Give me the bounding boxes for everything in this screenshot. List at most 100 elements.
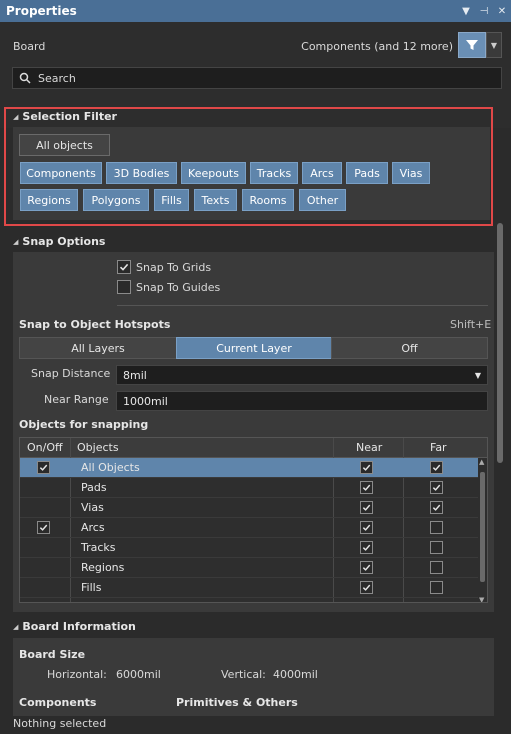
row-object-name: Regions bbox=[81, 561, 125, 574]
chevron-down-icon: ▼ bbox=[490, 40, 498, 50]
row-object-name: Tracks bbox=[81, 541, 116, 554]
collapse-triangle-icon: ◢ bbox=[13, 237, 19, 246]
row-object-name: Pads bbox=[81, 481, 107, 494]
horizontal-value: 6000mil bbox=[116, 668, 161, 681]
table-row[interactable]: Fills bbox=[20, 578, 478, 598]
checkmark-icon bbox=[362, 484, 371, 491]
row-far-checkbox[interactable] bbox=[430, 481, 443, 494]
funnel-icon bbox=[466, 40, 478, 50]
checkmark-icon bbox=[362, 524, 371, 531]
vertical-label: Vertical: bbox=[221, 668, 266, 681]
snap-distance-select[interactable]: 8mil ▼ bbox=[116, 365, 488, 385]
filter-dropdown-button[interactable]: ▼ bbox=[486, 32, 502, 58]
column-header-near[interactable]: Near bbox=[356, 441, 382, 454]
row-near-checkbox[interactable] bbox=[360, 541, 373, 554]
row-onoff-checkbox[interactable] bbox=[37, 521, 50, 534]
panel-scrollbar[interactable] bbox=[495, 127, 505, 717]
row-onoff-checkbox[interactable] bbox=[37, 561, 50, 574]
objects-for-snapping-title: Objects for snapping bbox=[19, 418, 149, 431]
table-row[interactable]: Regions bbox=[20, 558, 478, 578]
snap-options-header[interactable]: ◢ Snap Options bbox=[13, 235, 105, 248]
row-onoff-checkbox[interactable] bbox=[37, 461, 50, 474]
board-information-title: Board Information bbox=[22, 620, 136, 633]
row-onoff-checkbox[interactable] bbox=[37, 481, 50, 494]
checkmark-icon bbox=[362, 584, 371, 591]
table-scrollbar[interactable]: ▲ ▼ bbox=[478, 458, 487, 602]
filter-summary: Components (and 12 more) bbox=[301, 40, 453, 53]
collapse-triangle-icon: ◢ bbox=[13, 622, 19, 631]
row-object-name: All Objects bbox=[81, 461, 140, 474]
near-range-label: Near Range bbox=[44, 393, 109, 406]
column-header-onoff[interactable]: On/Off bbox=[27, 441, 63, 454]
snap-to-guides-label: Snap To Guides bbox=[136, 281, 221, 294]
snap-to-grids-checkbox[interactable] bbox=[117, 260, 131, 274]
row-near-checkbox[interactable] bbox=[360, 501, 373, 514]
search-input[interactable]: Search bbox=[12, 67, 502, 89]
table-scrollbar-thumb[interactable] bbox=[480, 472, 485, 582]
checkmark-icon bbox=[362, 544, 371, 551]
horizontal-label: Horizontal: bbox=[47, 668, 107, 681]
snap-to-guides-checkbox[interactable] bbox=[117, 280, 131, 294]
row-far-checkbox[interactable] bbox=[430, 541, 443, 554]
checkmark-icon bbox=[362, 504, 371, 511]
segment-current-layer[interactable]: Current Layer bbox=[176, 337, 332, 359]
scroll-down-icon[interactable]: ▼ bbox=[479, 596, 484, 602]
row-near-checkbox[interactable] bbox=[360, 581, 373, 594]
column-header-objects[interactable]: Objects bbox=[77, 441, 119, 454]
row-far-checkbox[interactable] bbox=[430, 521, 443, 534]
table-row[interactable]: Arcs bbox=[20, 518, 478, 538]
board-size-title: Board Size bbox=[19, 648, 86, 661]
snap-distance-value: 8mil bbox=[123, 368, 147, 382]
row-near-checkbox[interactable] bbox=[360, 561, 373, 574]
panel-scrollbar-thumb[interactable] bbox=[497, 223, 503, 463]
close-icon[interactable]: ✕ bbox=[493, 6, 511, 17]
pin-icon[interactable]: ⊣ bbox=[475, 6, 493, 17]
divider bbox=[117, 305, 488, 306]
snap-distance-label: Snap Distance bbox=[31, 367, 111, 380]
scroll-up-icon[interactable]: ▲ bbox=[479, 458, 484, 466]
checkmark-icon bbox=[119, 263, 129, 271]
row-near-checkbox[interactable] bbox=[360, 481, 373, 494]
row-onoff-checkbox[interactable] bbox=[37, 501, 50, 514]
filter-button[interactable] bbox=[458, 32, 486, 58]
row-object-name: Fills bbox=[81, 581, 102, 594]
checkmark-icon bbox=[432, 464, 441, 471]
selection-filter-highlight bbox=[4, 107, 493, 226]
column-header-far[interactable]: Far bbox=[430, 441, 447, 454]
search-placeholder: Search bbox=[38, 71, 76, 85]
near-range-input[interactable]: 1000mil bbox=[116, 391, 488, 411]
row-far-checkbox[interactable] bbox=[430, 461, 443, 474]
table-row[interactable]: Tracks bbox=[20, 538, 478, 558]
row-object-name: Arcs bbox=[81, 521, 105, 534]
panel-menu-icon[interactable]: ▼ bbox=[457, 6, 475, 17]
vertical-value: 4000mil bbox=[273, 668, 318, 681]
board-label: Board bbox=[13, 40, 46, 53]
segment-all-layers[interactable]: All Layers bbox=[19, 337, 177, 359]
row-onoff-checkbox[interactable] bbox=[37, 541, 50, 554]
panel-title: Properties bbox=[6, 4, 77, 18]
near-range-value: 1000mil bbox=[123, 394, 168, 408]
row-near-checkbox[interactable] bbox=[360, 461, 373, 474]
checkmark-icon bbox=[39, 524, 48, 531]
table-row[interactable]: Pads bbox=[20, 478, 478, 498]
checkmark-icon bbox=[39, 464, 48, 471]
row-near-checkbox[interactable] bbox=[360, 521, 373, 534]
board-information-header[interactable]: ◢ Board Information bbox=[13, 620, 136, 633]
table-header: On/Off Objects Near Far bbox=[20, 438, 487, 458]
row-far-checkbox[interactable] bbox=[430, 561, 443, 574]
row-onoff-checkbox[interactable] bbox=[37, 581, 50, 594]
snap-to-grids-label: Snap To Grids bbox=[136, 261, 212, 274]
row-far-checkbox[interactable] bbox=[430, 501, 443, 514]
primitives-section-title: Primitives & Others bbox=[176, 696, 298, 709]
table-row[interactable]: Vias bbox=[20, 498, 478, 518]
objects-table: On/Off Objects Near Far All Objects Pads V… bbox=[19, 437, 488, 603]
checkmark-icon bbox=[432, 504, 441, 511]
row-far-checkbox[interactable] bbox=[430, 581, 443, 594]
snap-options-title: Snap Options bbox=[22, 235, 106, 248]
segment-off[interactable]: Off bbox=[331, 337, 488, 359]
hotspots-title: Snap to Object Hotspots bbox=[19, 318, 171, 331]
chevron-down-icon: ▼ bbox=[474, 370, 481, 380]
status-text: Nothing selected bbox=[13, 717, 107, 730]
table-row[interactable]: All Objects bbox=[20, 458, 478, 478]
status-bar: Nothing selected bbox=[0, 716, 511, 734]
